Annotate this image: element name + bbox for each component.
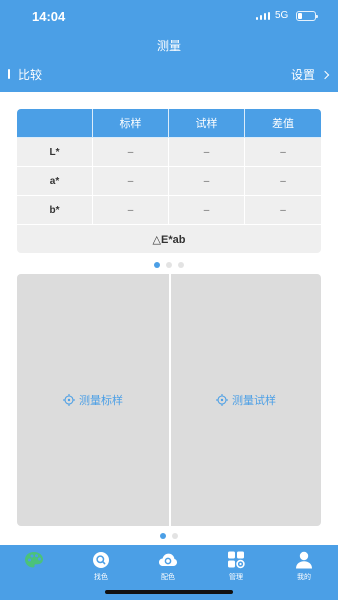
pager-dot[interactable] (166, 262, 172, 268)
crosshair-icon (63, 394, 75, 406)
tab-manage[interactable]: 管理 (216, 550, 256, 582)
table-cell: – (169, 138, 245, 167)
measure-sample-button[interactable]: 测量试样 (216, 392, 276, 408)
grid-manage-icon (226, 550, 246, 570)
table-header-row: 标样 试样 差值 (17, 109, 321, 138)
tab-label: 配色 (161, 574, 175, 581)
home-indicator (105, 590, 233, 594)
signal-icon (256, 12, 270, 20)
search-color-icon (91, 550, 111, 570)
network-type: 5G (275, 10, 289, 21)
delta-e-label: △E*ab (152, 233, 186, 246)
status-bar: 14:04 5G (0, 0, 338, 32)
tab-label: 管理 (229, 574, 243, 581)
page-title: 测量 (156, 39, 181, 53)
measure-standard-panel[interactable]: 测量标样 (17, 274, 169, 526)
measure-sample-label: 测量试样 (232, 395, 276, 407)
status-time: 14:04 (32, 9, 66, 24)
table-row: a* – – – (17, 167, 321, 196)
compare-label: 比较 (18, 67, 43, 82)
measure-standard-label: 测量标样 (79, 395, 123, 407)
table-cell: – (245, 138, 321, 167)
measure-sample-panel[interactable]: 测量试样 (171, 274, 321, 526)
tab-color-matching[interactable]: 配色 (148, 550, 188, 582)
compare-button[interactable]: 比较 (8, 67, 43, 82)
pager-dot[interactable] (154, 262, 160, 268)
table-cell: – (93, 138, 169, 167)
table-cell: – (169, 196, 245, 225)
tab-label: 我的 (297, 574, 311, 581)
table-cell: – (245, 167, 321, 196)
panel-pager (160, 533, 178, 539)
row-label: L* (17, 138, 93, 167)
pager-dot[interactable] (178, 262, 184, 268)
crosshair-icon (216, 394, 228, 406)
row-label: b* (17, 196, 93, 225)
tab-measure[interactable] (14, 550, 54, 572)
table-cell: – (93, 167, 169, 196)
table-row: b* – – – (17, 196, 321, 225)
table-row: L* – – – (17, 138, 321, 167)
user-icon (294, 550, 314, 570)
chevron-right-icon (320, 70, 330, 79)
settings-label: 设置 (290, 68, 315, 82)
measure-standard-button[interactable]: 测量标样 (63, 392, 123, 408)
cloud-color-icon (158, 550, 178, 570)
pager-dot[interactable] (172, 533, 178, 539)
tab-label: 找色 (94, 574, 108, 581)
tab-mine[interactable]: 我的 (284, 550, 324, 582)
measurement-table: 标样 试样 差值 L* – – – a* – – – b* – – – △E*a… (17, 109, 321, 253)
column-header-standard: 标样 (93, 109, 169, 138)
column-header-difference: 差值 (245, 109, 321, 138)
tab-find-color[interactable]: 找色 (81, 550, 121, 582)
palette-icon (24, 550, 44, 570)
column-header-sample: 试样 (169, 109, 245, 138)
header: 14:04 5G 测量 比较 设置 (0, 0, 338, 92)
table-cell: – (169, 167, 245, 196)
table-pager (154, 262, 184, 268)
compare-indicator-icon (8, 69, 10, 79)
battery-icon (296, 11, 318, 21)
table-cell: – (93, 196, 169, 225)
settings-button[interactable]: 设置 (290, 66, 330, 83)
pager-dot[interactable] (160, 533, 166, 539)
column-header (17, 109, 93, 138)
delta-e-row: △E*ab (17, 225, 321, 253)
table-cell: – (245, 196, 321, 225)
row-label: a* (17, 167, 93, 196)
